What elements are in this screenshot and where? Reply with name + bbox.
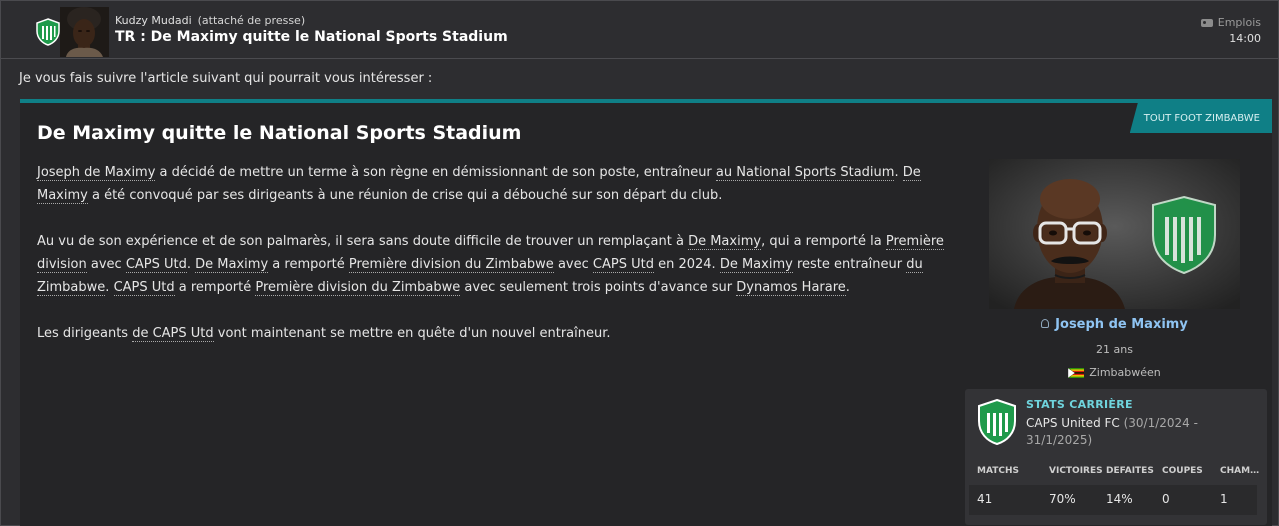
competition-link[interactable]: Première division du Zimbabwe xyxy=(348,257,554,273)
person-age: 21 ans xyxy=(1096,343,1133,356)
sender-name[interactable]: Kudzy Mudadi xyxy=(115,14,192,27)
person-pin-icon xyxy=(1041,319,1050,328)
person-nationality: Zimbabwéen xyxy=(989,366,1240,379)
club-link[interactable]: CAPS Utd xyxy=(113,280,175,296)
stats-club-link[interactable]: CAPS United FC xyxy=(1026,416,1120,430)
article-headline: De Maximy quitte le National Sports Stad… xyxy=(37,122,522,144)
message-header: Kudzy Mudadi (attaché de presse) TR : De … xyxy=(1,1,1278,59)
stats-value-victoires: 70% xyxy=(1049,492,1076,506)
club-link[interactable]: CAPS Utd xyxy=(592,257,654,273)
club-logo-icon[interactable] xyxy=(35,18,61,46)
sender-photo[interactable] xyxy=(60,7,109,57)
tag-label: Emplois xyxy=(1217,16,1261,29)
stats-value-row: 41 70% 14% 0 1 xyxy=(969,485,1257,515)
zimbabwe-flag-icon xyxy=(1068,367,1085,378)
person-link[interactable]: De Maximy xyxy=(195,257,269,273)
stats-value-coupes: 0 xyxy=(1162,492,1170,506)
stats-header-row: MATCHS VICTOIRES DÉFAITES COUPES CHAMPIO… xyxy=(972,466,1260,482)
competition-link[interactable]: Première division du Zimbabwe xyxy=(255,280,461,296)
stats-header-championnats: CHAMPIONNATS xyxy=(1220,466,1260,476)
stats-header-defaites: DÉFAITES xyxy=(1106,466,1154,476)
article-paragraph: Joseph de Maximy a décidé de mettre un t… xyxy=(37,165,921,204)
tag-link[interactable]: Emplois xyxy=(1200,16,1261,29)
stats-value-defaites: 14% xyxy=(1106,492,1133,506)
article-paragraph: Au vu de son expérience et de son palmar… xyxy=(37,234,944,296)
sender-role: (attaché de presse) xyxy=(197,14,306,27)
article-card: TOUT FOOT ZIMBABWE De Maximy quitte le N… xyxy=(20,99,1272,526)
stats-header-victoires: VICTOIRES xyxy=(1049,466,1103,476)
tag-icon xyxy=(1200,18,1213,27)
person-link[interactable]: De Maximy xyxy=(688,234,762,250)
club-link[interactable]: de CAPS Utd xyxy=(132,326,214,342)
club-logo-icon[interactable] xyxy=(976,399,1018,445)
source-badge[interactable]: TOUT FOOT ZIMBABWE xyxy=(1129,103,1272,133)
stats-club: CAPS United FC (30/1/2024 - 31/1/2025) xyxy=(1026,415,1256,449)
intro-text: Je vous fais suivre l'article suivant qu… xyxy=(19,71,433,86)
message-time: 14:00 xyxy=(1229,32,1261,45)
person-link[interactable]: De Maximy xyxy=(719,257,793,273)
stats-header-coupes: COUPES xyxy=(1162,466,1203,476)
stats-value-championnats: 1 xyxy=(1220,492,1228,506)
club-link[interactable]: Dynamos Harare xyxy=(736,280,846,296)
message-subject: TR : De Maximy quitte le National Sports… xyxy=(115,29,508,45)
stats-header-matchs: MATCHS xyxy=(977,466,1019,476)
stats-value-matchs: 41 xyxy=(977,492,993,506)
club-link[interactable]: CAPS Utd xyxy=(125,257,187,273)
career-stats-panel: STATS CARRIÈRE CAPS United FC (30/1/2024… xyxy=(965,389,1267,525)
person-name-link[interactable]: Joseph de Maximy xyxy=(1055,317,1188,332)
article-body: Joseph de Maximy a décidé de mettre un t… xyxy=(37,161,952,368)
stadium-link[interactable]: au National Sports Stadium xyxy=(715,165,895,181)
person-photo[interactable] xyxy=(989,159,1240,309)
person-link[interactable]: Joseph de Maximy xyxy=(37,165,156,181)
stats-title: STATS CARRIÈRE xyxy=(1026,398,1133,411)
article-paragraph: Les dirigeants de CAPS Utd vont maintena… xyxy=(37,326,611,342)
